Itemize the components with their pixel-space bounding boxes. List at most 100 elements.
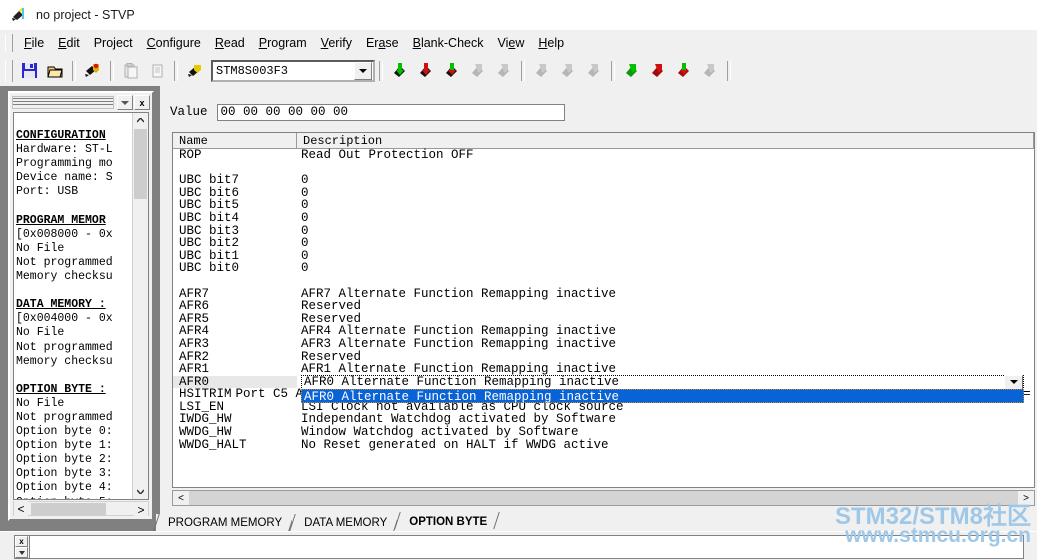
configuration-scroll-thumb[interactable] [134, 129, 147, 199]
stvp-application-window: no project - STVP File Edit Project Conf… [0, 0, 1037, 560]
column-header-name[interactable]: Name [173, 133, 297, 148]
scroll-left-icon[interactable]: < [14, 501, 28, 516]
toolbar-separator-4 [379, 60, 383, 81]
verify-icon[interactable] [440, 59, 464, 82]
row-name: UBC bit2 [179, 236, 240, 251]
inline-value-combobox[interactable]: AFR0 Alternate Function Remapping inacti… [301, 374, 1024, 390]
menu-read[interactable]: Read [208, 33, 252, 53]
list-hscroll-track[interactable] [189, 491, 1018, 505]
project-icon[interactable] [81, 59, 105, 82]
configuration-horizontal-scrollbar[interactable]: < > [13, 501, 149, 517]
toolbar-grip[interactable] [5, 59, 13, 82]
tab-data-memory[interactable]: DATA MEMORY [289, 514, 401, 531]
minimized-title-bar[interactable] [12, 96, 114, 109]
open-folder-icon[interactable] [43, 59, 67, 82]
device-selector-value: STM8S003F3 [216, 63, 289, 78]
tab-option-byte-label: OPTION BYTE [409, 515, 488, 528]
save-icon[interactable] [17, 59, 41, 82]
config-heading-program-memory: PROGRAM MEMOR [16, 213, 106, 227]
value-label: Value [170, 105, 208, 119]
row-name: UBC bit0 [179, 261, 240, 276]
menu-file[interactable]: File [17, 33, 51, 53]
program-tab-icon[interactable] [646, 59, 670, 82]
tab-program-memory[interactable]: PROGRAM MEMORY [153, 514, 295, 531]
menu-bar: File Edit Project Configure Read Program… [0, 29, 1037, 56]
output-scroll-down-icon[interactable] [15, 547, 28, 558]
table-row[interactable]: ROP Read Out Protection OFF [173, 149, 1034, 162]
menu-help[interactable]: Help [531, 33, 571, 53]
row-name [173, 275, 297, 288]
scroll-right-icon[interactable]: > [134, 502, 148, 517]
menu-configure[interactable]: Configure [140, 33, 208, 53]
menu-grip[interactable] [5, 34, 13, 52]
menu-verify[interactable]: Verify [314, 33, 359, 53]
tab-option-byte[interactable]: OPTION BYTE [394, 512, 500, 531]
configuration-hscroll-thumb[interactable] [31, 503, 106, 515]
tab-data-memory-label: DATA MEMORY [304, 516, 388, 529]
menu-view[interactable]: View [490, 33, 531, 53]
chevron-down-icon[interactable] [1004, 374, 1023, 390]
read-icon[interactable] [388, 59, 412, 82]
verify-tab-icon[interactable] [672, 59, 696, 82]
column-header-description[interactable]: Description [297, 133, 1034, 148]
row-description: Window Watchdog activated by Software [301, 425, 579, 440]
list-scroll-right-icon[interactable]: > [1018, 491, 1034, 505]
row-name: ROP [179, 148, 202, 162]
scroll-up-icon[interactable] [133, 113, 148, 128]
close-icon[interactable]: x [134, 95, 150, 110]
row-name: UBC bit4 [179, 210, 240, 225]
row-name: HSITRIM [179, 387, 232, 402]
read-all-icon [530, 59, 554, 82]
menu-blank-check[interactable]: Blank-Check [406, 33, 491, 53]
output-close-icon[interactable]: x [15, 536, 28, 547]
stvp-app-icon [10, 6, 28, 24]
config-heading-data-memory: DATA MEMORY : [16, 298, 106, 312]
row-name: AFR1 [179, 362, 210, 377]
menu-erase[interactable]: Erase [359, 33, 406, 53]
table-row[interactable]: WWDG_HALT No Reset generated on HALT if W… [173, 439, 1034, 452]
row-description: Read Out Protection OFF [301, 148, 474, 162]
table-row[interactable] [173, 275, 1034, 288]
row-description: AFR3 Alternate Function Remapping inacti… [301, 336, 617, 351]
row-name: UBC bit7 [179, 173, 240, 188]
copy-icon [119, 59, 143, 82]
toolbar-separator-2 [110, 60, 114, 81]
output-log: x Verify after programming is ON. Clear … [14, 535, 1024, 559]
mdi-workspace: x CONFIGURATION Hardware: ST-L Programmi… [0, 86, 1037, 531]
table-row[interactable]: UBC bit4 0 [173, 212, 1034, 225]
output-lines: Verify after programming is ON. Clear me… [30, 536, 1023, 558]
table-row[interactable]: AFR1 AFR1 Alternate Function Remapping in… [173, 363, 1034, 376]
menu-edit[interactable]: Edit [51, 33, 87, 53]
restore-button[interactable] [117, 95, 133, 110]
table-row[interactable]: AFR6 Reserved [173, 300, 1034, 313]
configuration-text-area: CONFIGURATION Hardware: ST-L Programming… [13, 112, 149, 500]
configuration-text: CONFIGURATION Hardware: ST-L Programming… [16, 129, 113, 499]
chevron-down-icon[interactable] [354, 61, 372, 80]
scroll-down-icon[interactable] [133, 484, 148, 499]
toolbar-separator-6 [611, 60, 615, 81]
erase-icon [466, 59, 490, 82]
value-bar: Value 00 00 00 00 00 00 [170, 102, 565, 122]
value-input[interactable]: 00 00 00 00 00 00 [216, 103, 565, 121]
row-description [297, 275, 301, 288]
menu-program[interactable]: Program [252, 33, 314, 53]
program-icon[interactable] [414, 59, 438, 82]
device-selector-combo[interactable]: STM8S003F3 [211, 59, 375, 82]
title-bar: no project - STVP [0, 0, 1037, 30]
table-row[interactable]: WWDG_HW Window Watchdog activated by Soft… [173, 426, 1034, 439]
table-row[interactable]: UBC bit0 0 [173, 262, 1034, 275]
configuration-vertical-scrollbar[interactable] [132, 113, 148, 499]
tab-program-memory-label: PROGRAM MEMORY [168, 516, 283, 529]
menu-project[interactable]: Project [87, 33, 140, 53]
dropdown-option-highlighted[interactable]: AFR0 Alternate Function Remapping inacti… [301, 388, 1024, 404]
device-icon[interactable] [183, 59, 207, 82]
list-horizontal-scrollbar[interactable]: < > [172, 490, 1035, 506]
read-tab-icon[interactable] [620, 59, 644, 82]
row-description: 0 [301, 236, 309, 251]
toolbar-separator-1 [72, 60, 76, 81]
main-toolbar: STM8S003F3 [0, 55, 1037, 87]
table-row[interactable]: UBC bit7 0 [173, 174, 1034, 187]
table-row[interactable]: UBC bit2 0 [173, 237, 1034, 250]
list-scroll-left-icon[interactable]: < [173, 491, 189, 505]
table-row[interactable]: AFR3 AFR3 Alternate Function Remapping in… [173, 338, 1034, 351]
